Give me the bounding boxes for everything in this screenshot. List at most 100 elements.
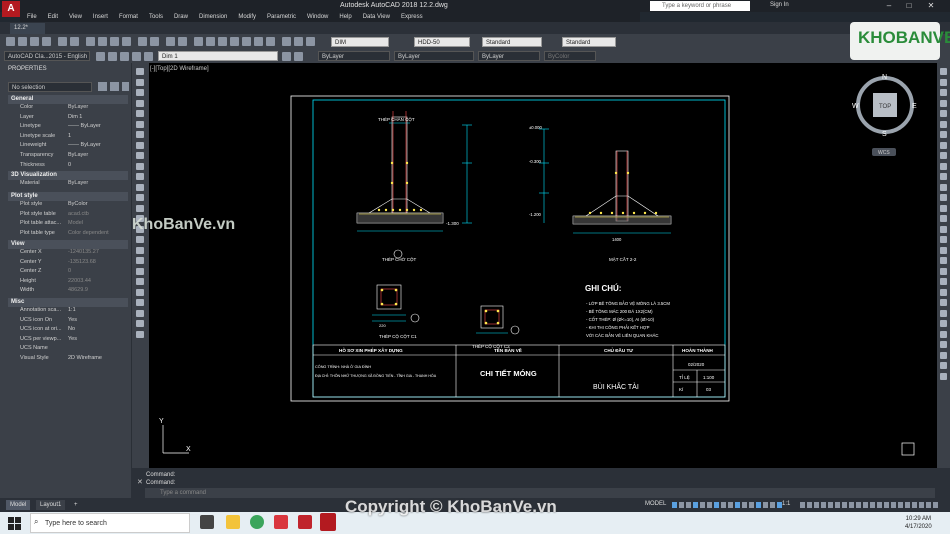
property-row[interactable]: Lineweight —— ByLayer (8, 142, 128, 151)
property-row[interactable]: UCS icon On Yes (8, 317, 128, 326)
tab-drawing[interactable]: 12.2* (10, 23, 45, 34)
modify-tool-icon[interactable] (940, 194, 947, 201)
status-toggle-icon[interactable] (828, 502, 833, 508)
linetype-select[interactable]: ByLayer (394, 51, 474, 61)
draw-tool-icon[interactable] (136, 173, 144, 180)
modify-tool-icon[interactable] (940, 341, 947, 348)
sign-in-link[interactable]: Sign In (770, 2, 789, 8)
property-value[interactable]: No (68, 326, 75, 332)
status-toggle-icon[interactable] (700, 502, 705, 508)
status-toggle-icon[interactable] (877, 502, 882, 508)
draw-tool-icon[interactable] (136, 288, 144, 296)
draw-tool-icon[interactable] (136, 278, 144, 285)
modify-tool-icon[interactable] (940, 110, 947, 117)
property-row[interactable]: Height 22003.44 (8, 278, 128, 287)
minimize-icon[interactable]: – (880, 1, 898, 11)
selection-select[interactable]: No selection (8, 82, 92, 92)
workspace-select[interactable]: AutoCAD Cla...2015 - English (4, 51, 90, 61)
modify-tool-icon[interactable] (940, 320, 947, 327)
properties-icon[interactable] (194, 37, 203, 46)
modify-tool-icon[interactable] (940, 236, 947, 243)
draw-tool-icon[interactable] (136, 309, 144, 317)
status-toggle-icon[interactable] (849, 502, 854, 508)
tablestyle-select[interactable]: Standard (482, 37, 542, 47)
property-value[interactable]: 1:1 (68, 307, 76, 313)
copy-icon[interactable] (98, 37, 107, 46)
modify-tool-icon[interactable] (940, 309, 947, 317)
status-toggle-icon[interactable] (814, 502, 819, 508)
mleaderstyle-select[interactable]: Standard (562, 37, 616, 47)
status-toggle-icon[interactable] (905, 502, 910, 508)
text-style-icon[interactable] (282, 37, 291, 46)
modify-tool-icon[interactable] (940, 173, 947, 180)
property-value[interactable]: —— ByLayer (68, 142, 101, 148)
modify-tool-icon[interactable] (940, 152, 947, 159)
modify-tool-icon[interactable] (940, 215, 947, 222)
draw-tool-icon[interactable] (136, 152, 144, 159)
status-toggle-icon[interactable] (672, 502, 677, 508)
sun-icon[interactable] (132, 52, 141, 61)
add-layout-button[interactable]: + (70, 500, 82, 510)
modify-tool-icon[interactable] (940, 68, 947, 75)
menu-help[interactable]: Help (339, 12, 351, 22)
status-toggle-icon[interactable] (919, 502, 924, 508)
section-general[interactable]: General (8, 95, 128, 104)
draw-tool-icon[interactable] (136, 257, 144, 264)
status-toggle-icon[interactable] (863, 502, 868, 508)
redo-icon[interactable] (150, 37, 159, 46)
menu-draw[interactable]: Draw (174, 12, 188, 22)
status-toggle-icon[interactable] (912, 502, 917, 508)
status-toggle-icon[interactable] (856, 502, 861, 508)
status-toggle-icon[interactable] (800, 502, 805, 508)
draw-tool-icon[interactable] (136, 110, 144, 117)
modify-tool-icon[interactable] (940, 330, 947, 338)
status-toggle-icon[interactable] (735, 502, 740, 508)
property-row[interactable]: Layer Dim 1 (8, 114, 128, 123)
modify-tool-icon[interactable] (940, 162, 947, 170)
property-row[interactable]: Width 48629.9 (8, 287, 128, 296)
drawing-svg[interactable]: THÉP CHÂN CỘT THÉP CHỜ CỘT -1.300 ±0.000… (149, 63, 937, 468)
draw-tool-icon[interactable] (136, 131, 144, 138)
modify-tool-icon[interactable] (940, 299, 947, 306)
modify-tool-icon[interactable] (940, 288, 947, 296)
save-as-icon[interactable] (42, 37, 51, 46)
app-cad-icon[interactable] (298, 515, 312, 529)
draw-tool-icon[interactable] (136, 330, 144, 338)
draw-tool-icon[interactable] (136, 68, 144, 75)
app-red-icon[interactable] (274, 515, 288, 529)
tool-palette-icon[interactable] (218, 37, 227, 46)
windows-start-icon[interactable] (8, 517, 22, 531)
draw-tool-icon[interactable] (136, 183, 144, 191)
section-3d-visualization[interactable]: 3D Visualization (8, 171, 128, 180)
text-icon[interactable] (294, 37, 303, 46)
draw-tool-icon[interactable] (136, 246, 144, 254)
make-current-icon[interactable] (282, 52, 291, 61)
viewcube[interactable]: TOP N S E W WCS (852, 72, 918, 160)
property-row[interactable]: Linetype —— ByLayer (8, 123, 128, 132)
status-toggle-icon[interactable] (891, 502, 896, 508)
property-value[interactable]: Yes (68, 336, 77, 342)
dimstyle-select[interactable]: DIM (331, 37, 389, 47)
status-toggle-icon[interactable] (728, 502, 733, 508)
draw-tool-icon[interactable] (136, 99, 144, 107)
print-icon[interactable] (58, 37, 67, 46)
draw-tool-icon[interactable] (136, 141, 144, 149)
menu-file[interactable]: File (27, 12, 37, 22)
property-value[interactable]: 0 (68, 162, 71, 168)
status-toggle-icon[interactable] (714, 502, 719, 508)
menu-parametric[interactable]: Parametric (267, 12, 296, 22)
menu-express[interactable]: Express (401, 12, 423, 22)
property-row[interactable]: Annotation sca... 1:1 (8, 307, 128, 316)
property-row[interactable]: UCS icon at ori... No (8, 326, 128, 335)
quick-select-icon[interactable] (122, 82, 129, 91)
chrome-icon[interactable] (250, 515, 264, 529)
status-toggle-icon[interactable] (933, 502, 938, 508)
status-toggle-icon[interactable] (707, 502, 712, 508)
lock-icon[interactable] (144, 52, 153, 61)
system-tray[interactable] (800, 518, 890, 528)
modify-tool-icon[interactable] (940, 204, 947, 212)
model-space-button[interactable]: MODEL (645, 501, 666, 507)
property-row[interactable]: Plot style table acad.ctb (8, 211, 128, 220)
modify-tool-icon[interactable] (940, 278, 947, 285)
close-icon[interactable]: ✕ (922, 1, 940, 11)
